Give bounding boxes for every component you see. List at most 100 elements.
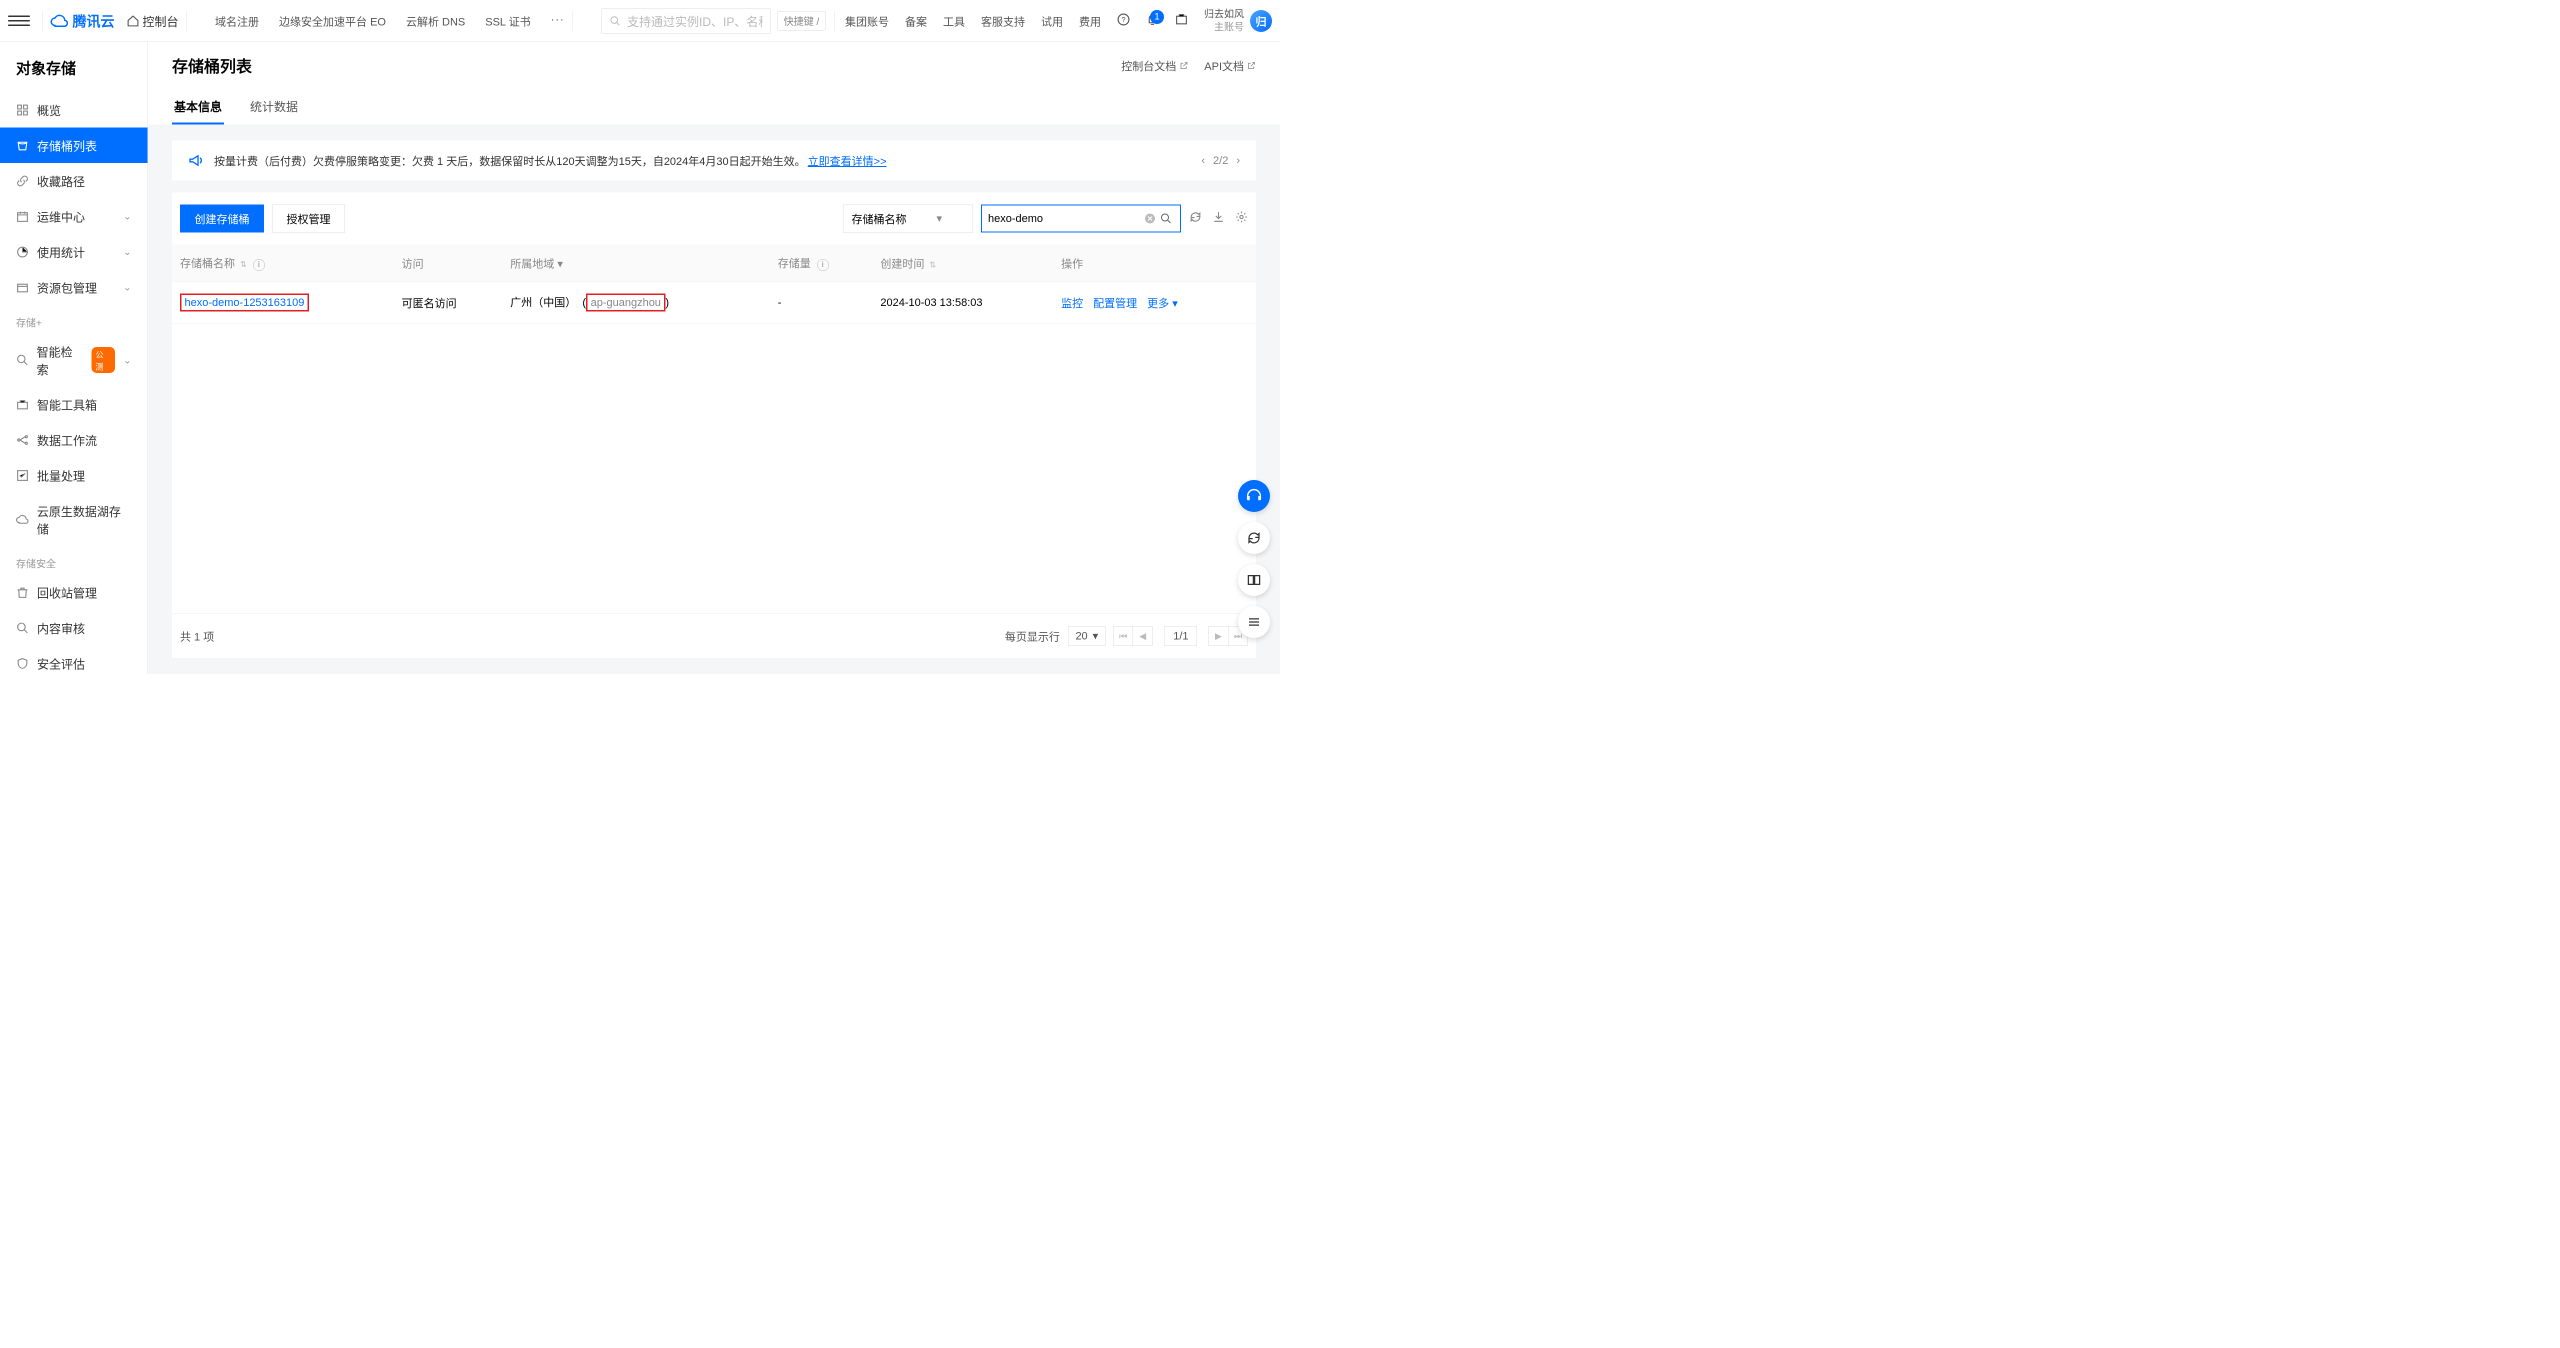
doc-links: 控制台文档 API文档 (1121, 58, 1256, 74)
nav-link[interactable]: 边缘安全加速平台 EO (279, 13, 386, 29)
top-link[interactable]: 工具 (943, 13, 965, 29)
action-config[interactable]: 配置管理 (1093, 295, 1137, 311)
col-actions: 操作 (1053, 245, 1256, 282)
notice-prev[interactable]: ‹ (1201, 154, 1205, 167)
help-icon[interactable]: ? (1117, 13, 1130, 29)
docs-fab[interactable] (1238, 564, 1270, 596)
nav-link[interactable]: 云解析 DNS (406, 13, 465, 29)
chevron-down-icon: ▾ (1093, 630, 1099, 643)
search-input[interactable] (981, 205, 1181, 233)
page-title: 存储桶列表 (172, 54, 252, 77)
sidebar-item-label: 运维中心 (37, 208, 85, 226)
notice-text: 按量计费（后付费）欠费停服策略变更：欠费 1 天后，数据保留时长从120天调整为… (214, 153, 887, 169)
sidebar-item-batch[interactable]: 批量处理 (0, 458, 148, 494)
chevron-down-icon: ⌄ (123, 281, 131, 294)
sidebar-item-datalake[interactable]: 云原生数据湖存储 (0, 493, 148, 546)
tab-stats[interactable]: 统计数据 (248, 89, 300, 125)
auth-manage-button[interactable]: 授权管理 (272, 205, 345, 233)
top-link[interactable]: 客服支持 (981, 13, 1025, 29)
sidebar-item-ops[interactable]: 运维中心 ⌄ (0, 199, 148, 235)
sidebar-item-toolbox[interactable]: 智能工具箱 (0, 387, 148, 423)
support-fab[interactable] (1238, 480, 1270, 512)
pager-next[interactable]: ▶ (1209, 626, 1229, 646)
sidebar-item-buckets[interactable]: 存储桶列表 (0, 128, 148, 164)
sidebar-item-overview[interactable]: 概览 (0, 92, 148, 128)
floating-buttons (1238, 480, 1270, 638)
info-icon[interactable]: i (817, 259, 829, 271)
pager-prev[interactable]: ◀ (1133, 626, 1153, 646)
menu-fab[interactable] (1238, 606, 1270, 638)
sidebar-item-recycle[interactable]: 回收站管理 (0, 575, 148, 611)
bucket-name-link[interactable]: hexo-demo-1253163109 (180, 294, 309, 312)
info-icon[interactable]: i (253, 259, 265, 271)
user-menu[interactable]: 归去如风 主账号 归 (1204, 8, 1272, 34)
top-link[interactable]: 费用 (1079, 13, 1101, 29)
refresh-icon[interactable] (1189, 210, 1202, 227)
package-icon (16, 281, 29, 294)
nav-link[interactable]: SSL 证书 (485, 13, 530, 29)
calendar-icon (16, 210, 29, 223)
tabs: 基本信息 统计数据 (172, 89, 1256, 125)
col-name[interactable]: 存储桶名称 ⇅ i (172, 245, 394, 282)
toolbox-icon[interactable] (1175, 13, 1188, 29)
menu-toggle-icon[interactable] (8, 10, 30, 32)
nav-more[interactable]: ··· (551, 13, 565, 29)
avatar: 归 (1250, 10, 1272, 32)
sidebar-item-stats[interactable]: 使用统计 ⌄ (0, 234, 148, 270)
sidebar-title: 对象存储 (0, 42, 148, 92)
top-link[interactable]: 试用 (1041, 13, 1063, 29)
top-link[interactable]: 备案 (905, 13, 927, 29)
per-page-select[interactable]: 20 ▾ (1068, 626, 1106, 646)
main-content: 存储桶列表 控制台文档 API文档 基本信息 统计数据 按量计费（后付费）欠费停… (148, 42, 1280, 674)
search-button-icon[interactable] (1158, 211, 1174, 227)
download-icon[interactable] (1212, 210, 1225, 227)
console-link[interactable]: 控制台 (127, 12, 179, 30)
divider (42, 11, 43, 31)
user-name: 归去如风 (1204, 8, 1244, 21)
tab-basic[interactable]: 基本信息 (172, 89, 224, 125)
settings-icon[interactable] (1235, 210, 1248, 227)
filter-icon: ▾ (557, 257, 563, 270)
sidebar-item-security[interactable]: 安全评估 (0, 646, 148, 675)
content-area: 按量计费（后付费）欠费停服策略变更：欠费 1 天后，数据保留时长从120天调整为… (148, 125, 1280, 675)
col-created[interactable]: 创建时间 ⇅ (872, 245, 1053, 282)
sort-icon: ⇅ (929, 261, 936, 270)
notifications-icon[interactable]: 1 (1146, 13, 1159, 29)
shield-icon (16, 657, 29, 670)
brand-logo[interactable]: 腾讯云 (51, 11, 115, 31)
link-icon (16, 174, 29, 187)
sidebar-item-smart-search[interactable]: 智能检索 公测 ⌄ (0, 334, 148, 387)
sidebar-item-label: 概览 (37, 101, 61, 119)
global-search[interactable]: 支持通过实例ID、IP、名称等 (601, 8, 771, 34)
filter-select[interactable]: 存储桶名称 ▾ (843, 205, 973, 233)
notice-link[interactable]: 立即查看详情>> (808, 155, 887, 168)
clear-icon[interactable] (1142, 211, 1158, 227)
sidebar-item-label: 智能检索 (37, 343, 84, 378)
refresh-fab[interactable] (1238, 522, 1270, 554)
toolbar: 创建存储桶 授权管理 存储桶名称 ▾ (172, 193, 1256, 245)
console-docs-link[interactable]: 控制台文档 (1121, 58, 1188, 74)
top-link[interactable]: 集团账号 (845, 13, 889, 29)
check-icon (16, 469, 29, 482)
sidebar-item-workflow[interactable]: 数据工作流 (0, 422, 148, 458)
chevron-down-icon: ⌄ (123, 246, 131, 259)
hotkey-hint[interactable]: 快捷键 / (777, 11, 826, 31)
pagination: 每页显示行 20 ▾ ⏮ ◀ 1/1 ▶ ⏭ (1005, 626, 1248, 646)
notice-next[interactable]: › (1236, 154, 1240, 167)
action-more[interactable]: 更多 ▾ (1147, 295, 1178, 311)
search-icon (610, 14, 621, 27)
nav-link[interactable]: 域名注册 (215, 13, 259, 29)
sidebar-item-audit[interactable]: 内容审核 (0, 610, 148, 646)
col-region[interactable]: 所属地域 ▾ (502, 245, 769, 282)
sidebar: 对象存储 概览 存储桶列表 收藏路径 运维中心 ⌄ 使用统计 ⌄ 资源包管理 ⌄ (0, 42, 148, 674)
sidebar-item-packages[interactable]: 资源包管理 ⌄ (0, 270, 148, 306)
create-bucket-button[interactable]: 创建存储桶 (180, 205, 264, 233)
chevron-down-icon: ⌄ (123, 354, 131, 367)
search-icon (16, 354, 29, 367)
action-monitor[interactable]: 监控 (1061, 295, 1083, 311)
api-docs-link[interactable]: API文档 (1204, 58, 1256, 74)
pager-first[interactable]: ⏮ (1113, 626, 1133, 646)
sidebar-item-favorites[interactable]: 收藏路径 (0, 163, 148, 199)
svg-text:?: ? (1121, 15, 1125, 24)
search-field[interactable] (988, 212, 1142, 225)
